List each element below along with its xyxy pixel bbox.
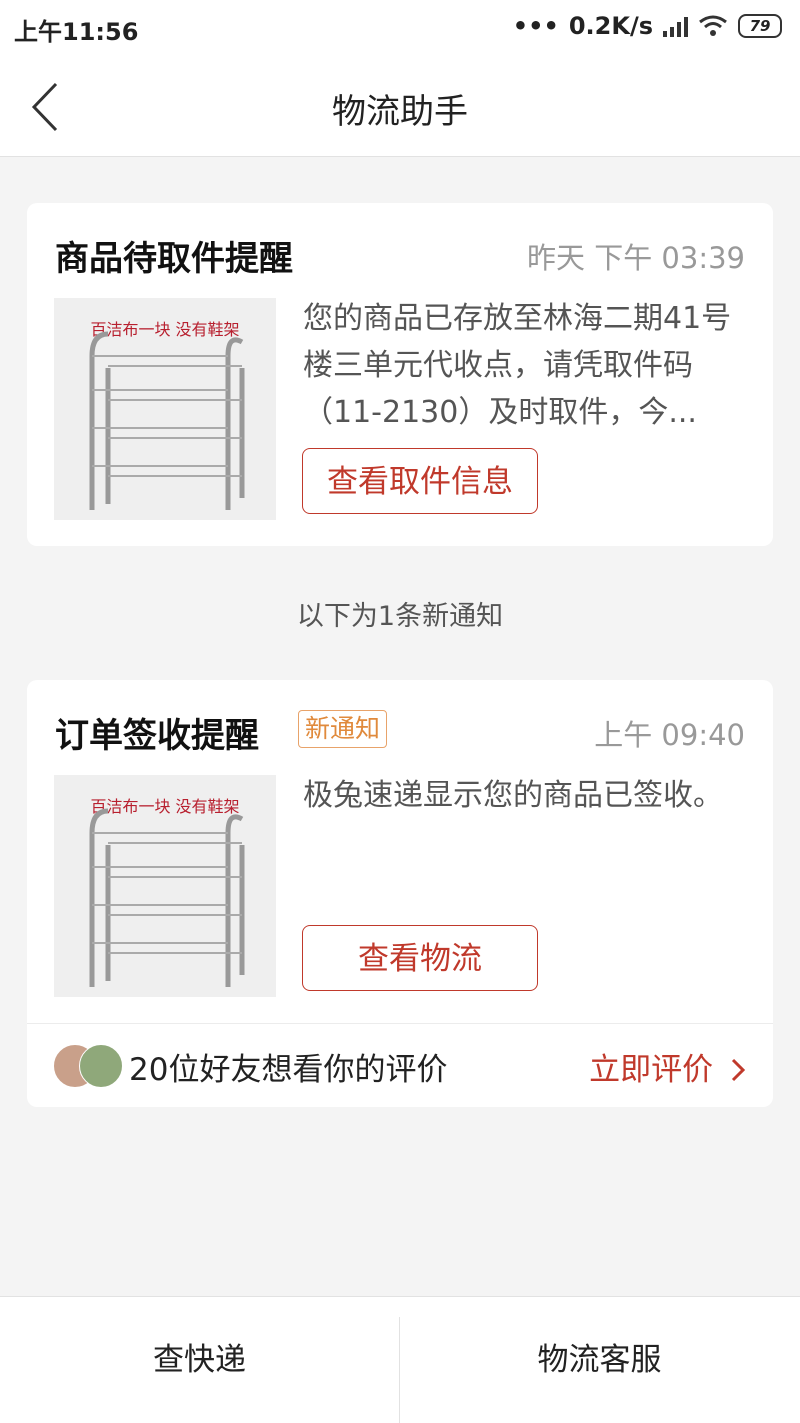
delivery-signed-card: 订单签收提醒 新通知 上午 09:40 百洁布一块 没有鞋架 极兔速递显示您的商… (27, 680, 773, 1107)
wifi-icon (699, 15, 727, 36)
nav-bar: 物流助手 (0, 56, 800, 157)
new-notice-divider: 以下为1条新通知 (296, 601, 504, 632)
status-bar: 上午11:56 ••• 0.2K/s 79 (0, 0, 800, 56)
status-icons: ••• 0.2K/s 79 (513, 12, 782, 40)
review-prompt-text: 20位好友想看你的评价 (129, 1052, 448, 1088)
card-description: 极兔速递显示您的商品已签收。 (303, 778, 723, 813)
product-thumbnail[interactable]: 百洁布一块 没有鞋架 (54, 298, 276, 520)
more-dots-icon: ••• (512, 12, 559, 40)
new-notice-badge: 新通知 (298, 710, 388, 748)
view-logistics-button[interactable]: 查看物流 (302, 925, 538, 991)
review-now-label: 立即评价 (589, 1052, 714, 1088)
card-description: 您的商品已存放至林海二期41号楼三单元代收点，请凭取件码（11-2130）及时取… (303, 301, 732, 430)
card-time: 昨天 下午 03:39 (526, 241, 745, 275)
status-time: 上午11:56 (14, 18, 139, 46)
page-title: 物流助手 (332, 92, 468, 132)
product-thumbnail[interactable]: 百洁布一块 没有鞋架 (54, 775, 276, 997)
network-speed: 0.2K/s (568, 12, 653, 40)
pickup-reminder-card: 商品待取件提醒 昨天 下午 03:39 百洁布一块 没有鞋架 您的商品已存放至林… (27, 203, 773, 546)
chevron-right-icon (731, 1058, 746, 1082)
tab-track-package[interactable]: 查快递 (0, 1297, 399, 1423)
avatar (79, 1044, 123, 1088)
bottom-tab-bar: 查快递 物流客服 (0, 1296, 800, 1423)
shoe-rack-image (89, 808, 245, 987)
review-prompt-row[interactable]: 20位好友想看你的评价 立即评价 (27, 1023, 773, 1108)
card-title: 商品待取件提醒 (55, 239, 293, 279)
shoe-rack-image (89, 331, 245, 510)
review-now-link[interactable]: 立即评价 (589, 1044, 747, 1089)
tab-logistics-service[interactable]: 物流客服 (400, 1297, 799, 1423)
card-time: 上午 09:40 (594, 718, 745, 752)
signal-icon (663, 15, 688, 37)
battery-icon: 79 (738, 14, 782, 38)
view-pickup-info-button[interactable]: 查看取件信息 (302, 448, 538, 514)
friend-avatars (53, 1044, 123, 1088)
card-title: 订单签收提醒 (55, 716, 259, 756)
